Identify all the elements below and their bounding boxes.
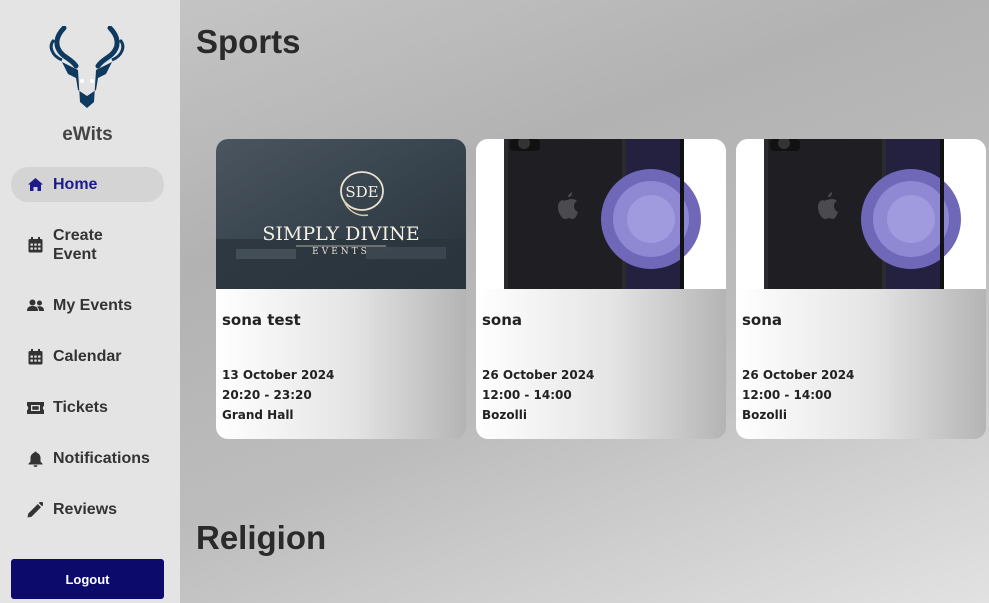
event-time: 20:20 - 23:20 bbox=[222, 388, 312, 402]
svg-text:EVENTS: EVENTS bbox=[312, 247, 370, 257]
section-title-religion: Religion bbox=[196, 519, 327, 556]
logout-button[interactable]: Logout bbox=[11, 559, 164, 599]
pencil-icon bbox=[26, 501, 44, 519]
sidebar-item-label: Calendar bbox=[53, 348, 122, 365]
home-icon bbox=[26, 176, 44, 194]
event-card[interactable]: sona 26 October 2024 12:00 - 14:00 Bozol… bbox=[736, 139, 986, 439]
users-icon bbox=[26, 297, 44, 315]
svg-text:SDE: SDE bbox=[345, 183, 378, 201]
sidebar-item-create-event[interactable]: Create Event bbox=[11, 226, 164, 264]
kudu-logo-icon bbox=[49, 26, 125, 108]
sidebar-item-label: Home bbox=[53, 176, 98, 193]
sidebar-item-calendar[interactable]: Calendar bbox=[11, 347, 164, 366]
event-card[interactable]: SDE SIMPLY DIVINE EVENTS sona test 13 Oc… bbox=[216, 139, 466, 439]
event-time: 12:00 - 14:00 bbox=[742, 388, 832, 402]
event-name: sona test bbox=[222, 311, 301, 329]
calendar-icon bbox=[26, 348, 44, 366]
event-name: sona bbox=[742, 311, 783, 329]
event-date: 26 October 2024 bbox=[482, 368, 595, 382]
event-image bbox=[476, 139, 726, 289]
sidebar-item-label: Reviews bbox=[53, 501, 118, 518]
event-image: SDE SIMPLY DIVINE EVENTS bbox=[216, 139, 466, 289]
sidebar-item-notifications[interactable]: Notifications bbox=[11, 449, 164, 468]
bell-icon bbox=[26, 450, 44, 468]
section-title-sports: Sports bbox=[196, 23, 301, 60]
sidebar-item-label: Create Event bbox=[53, 227, 103, 263]
sidebar-item-label: My Events bbox=[53, 297, 133, 314]
sidebar: eWits Home Create Event My Events Calend… bbox=[0, 0, 180, 603]
event-venue: Bozolli bbox=[742, 408, 787, 422]
event-venue: Grand Hall bbox=[222, 408, 294, 422]
svg-text:SIMPLY DIVINE: SIMPLY DIVINE bbox=[262, 223, 419, 245]
sidebar-item-tickets[interactable]: Tickets bbox=[11, 398, 164, 417]
event-date: 13 October 2024 bbox=[222, 368, 335, 382]
main-content: Sports SDE SIMPLY DIVINE EVENTS sona tes… bbox=[180, 0, 989, 603]
brand-name: eWits bbox=[62, 124, 113, 145]
sidebar-item-label: Tickets bbox=[53, 399, 108, 416]
ticket-icon bbox=[26, 399, 44, 417]
event-venue: Bozolli bbox=[482, 408, 527, 422]
event-card[interactable]: sona 26 October 2024 12:00 - 14:00 Bozol… bbox=[476, 139, 726, 439]
sidebar-item-home[interactable]: Home bbox=[11, 167, 164, 202]
sidebar-item-my-events[interactable]: My Events bbox=[11, 296, 164, 315]
event-time: 12:00 - 14:00 bbox=[482, 388, 572, 402]
event-image bbox=[736, 139, 986, 289]
calendar-icon bbox=[26, 236, 44, 254]
event-name: sona bbox=[482, 311, 523, 329]
sidebar-item-reviews[interactable]: Reviews bbox=[11, 500, 164, 519]
event-date: 26 October 2024 bbox=[742, 368, 855, 382]
sidebar-item-label: Notifications bbox=[53, 450, 150, 467]
